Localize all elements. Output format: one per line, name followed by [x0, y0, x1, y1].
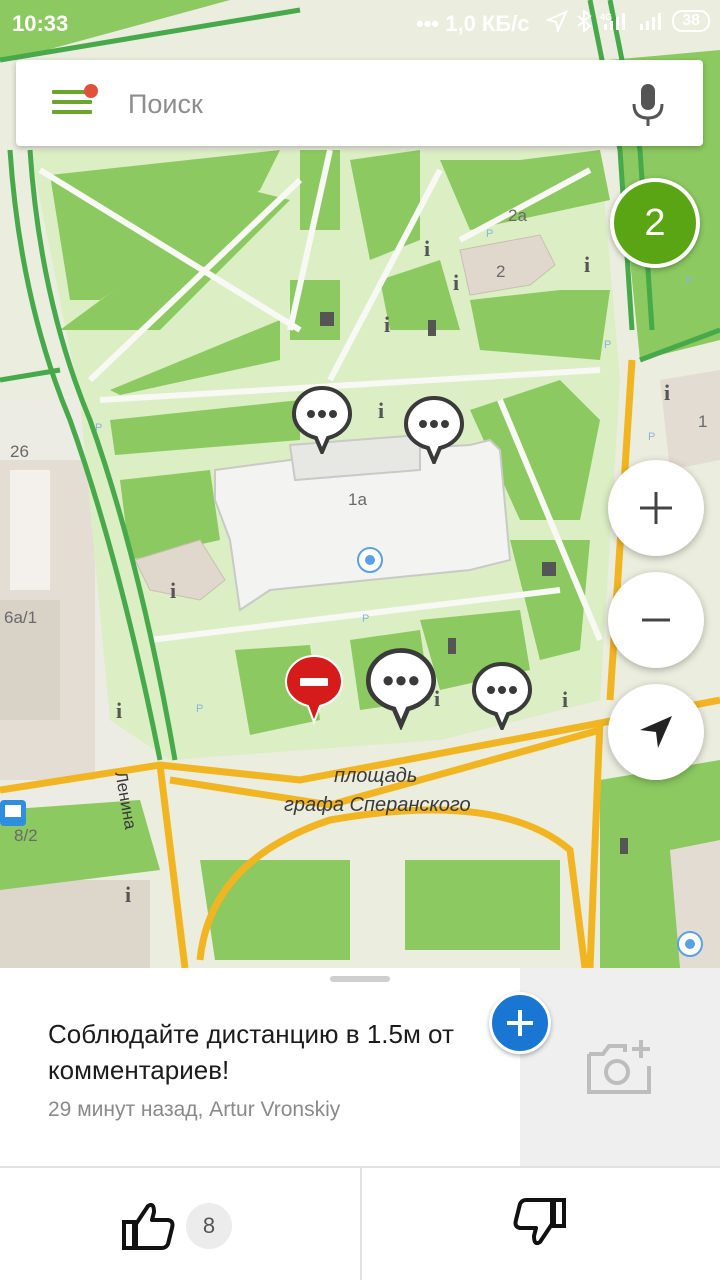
comment-message: Соблюдайте дистанцию в 1.5м от комментар…	[48, 1019, 454, 1085]
parking-icon: P	[604, 339, 611, 351]
parking-icon: P	[486, 228, 493, 240]
comment-pin[interactable]	[472, 662, 532, 730]
monument-icon	[448, 638, 456, 654]
monument-icon	[428, 320, 436, 336]
comment-card[interactable]: Соблюдайте дистанцию в 1.5м от комментар…	[0, 968, 720, 1168]
info-icon: i	[453, 270, 459, 295]
info-icon: i	[562, 687, 568, 712]
museum-icon	[542, 562, 556, 576]
microphone-icon[interactable]	[628, 82, 668, 128]
comment-pin[interactable]	[292, 386, 352, 454]
info-icon: i	[378, 398, 384, 423]
no-entry-pin[interactable]	[284, 654, 344, 724]
parking-icon: P	[362, 613, 369, 625]
drag-handle[interactable]	[330, 976, 390, 982]
info-icon: i	[664, 380, 670, 405]
comments-count-badge[interactable]: 2	[610, 178, 700, 268]
add-photo-button[interactable]	[520, 968, 720, 1168]
locate-me-button[interactable]	[608, 684, 704, 780]
add-comment-button[interactable]	[489, 992, 551, 1054]
info-icon: i	[125, 882, 131, 907]
thumbs-down-icon	[513, 1198, 566, 1246]
search-input[interactable]	[128, 84, 588, 124]
info-icon: i	[424, 236, 430, 261]
vote-divider	[360, 1168, 362, 1280]
parking-icon: P	[686, 275, 693, 287]
navigation-arrow-icon	[640, 716, 672, 748]
museum-icon	[320, 312, 334, 326]
monument-icon	[620, 838, 628, 854]
battery-indicator: 38	[672, 10, 710, 32]
bluetooth-icon	[577, 10, 592, 32]
minus-icon	[642, 618, 670, 622]
comment-pin[interactable]	[404, 396, 464, 464]
zoom-in-button[interactable]	[608, 460, 704, 556]
network-speed: ••• 1,0 КБ/с	[416, 11, 530, 36]
plus-icon	[640, 492, 672, 524]
like-button[interactable]: 8	[120, 1196, 260, 1256]
parking-icon: P	[196, 703, 203, 715]
parking-icon: P	[95, 422, 102, 434]
comment-pin-selected[interactable]	[366, 648, 436, 730]
plus-icon	[507, 1010, 533, 1036]
map-view[interactable]: 2a 2 1 26 1a 6а/1 8/2 3 Ленина площадь г…	[0, 0, 720, 968]
status-icons: 4G 38	[546, 10, 710, 32]
vote-bar: 8	[0, 1166, 720, 1280]
comment-meta: 29 минут назад, Artur Vronskiy	[48, 1098, 341, 1121]
add-photo-icon	[587, 1040, 651, 1094]
info-icon: i	[584, 252, 590, 277]
dislike-button[interactable]	[512, 1196, 572, 1256]
location-arrow-icon	[546, 10, 569, 32]
status-bar: 10:33 ••• 1,0 КБ/с 4G 38	[0, 0, 720, 48]
zoom-out-button[interactable]	[608, 572, 704, 668]
svg-text:4G: 4G	[600, 12, 612, 22]
like-count: 8	[186, 1203, 232, 1249]
signal-icon	[640, 13, 662, 30]
signal-4g-icon: 4G	[600, 12, 626, 30]
status-time: 10:33	[12, 11, 69, 36]
thumbs-up-icon	[122, 1202, 175, 1250]
parking-icon: P	[648, 431, 655, 443]
info-icon: i	[116, 698, 122, 723]
notification-dot	[84, 84, 98, 98]
info-icon: i	[170, 578, 176, 603]
search-bar	[16, 60, 703, 146]
info-icon: i	[384, 312, 390, 337]
